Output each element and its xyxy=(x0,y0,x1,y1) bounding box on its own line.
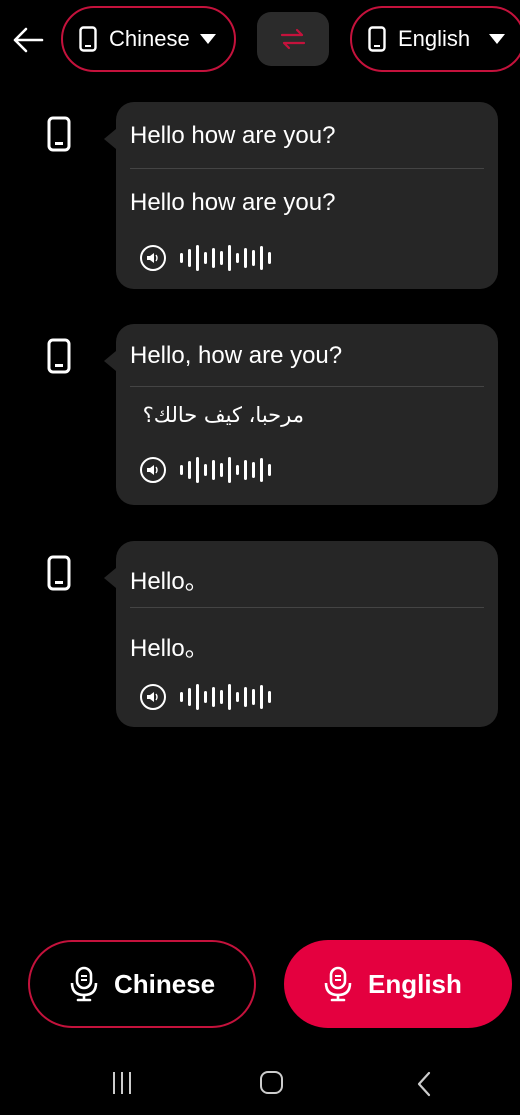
phone-icon xyxy=(47,116,71,152)
speaker-icon xyxy=(147,253,158,263)
waveform-icon xyxy=(180,243,271,273)
back-icon[interactable] xyxy=(414,1071,434,1097)
audio-row xyxy=(130,672,484,722)
message-bubble: Hello how are you? Hello how are you? xyxy=(104,102,498,289)
audio-row xyxy=(130,233,484,283)
phone-icon xyxy=(368,26,386,52)
speak-target-label: English xyxy=(368,968,462,999)
speaker-button[interactable] xyxy=(140,457,166,483)
translated-text: Hello how are you? xyxy=(130,189,336,216)
phone-icon xyxy=(47,338,71,374)
audio-row xyxy=(130,445,484,495)
source-language-label: Chinese xyxy=(109,26,190,51)
source-text: Hello how are you? xyxy=(130,122,336,149)
speak-source-label: Chinese xyxy=(114,968,216,999)
phone-icon xyxy=(47,555,71,591)
target-language-selector[interactable]: English xyxy=(350,6,520,72)
arrow-left-icon xyxy=(13,27,44,53)
speaker-icon xyxy=(147,465,158,475)
waveform-icon xyxy=(180,455,271,485)
chevron-down-icon xyxy=(489,34,505,44)
source-text: Hello, how are you? xyxy=(130,342,343,369)
swap-arrows-icon xyxy=(280,28,306,50)
microphone-icon xyxy=(324,966,352,1002)
speaker-icon xyxy=(147,692,158,702)
source-text: Hello。 xyxy=(130,568,209,595)
swap-languages-button[interactable] xyxy=(257,12,329,66)
translated-text: مرحبا، كيف حالك؟ xyxy=(142,403,304,427)
speak-source-button[interactable]: Chinese xyxy=(28,940,256,1028)
waveform-icon xyxy=(180,682,271,712)
back-button[interactable] xyxy=(8,20,48,60)
system-navigation-bar xyxy=(0,1055,520,1115)
top-bar: Chinese English xyxy=(0,0,520,80)
source-language-selector[interactable]: Chinese xyxy=(61,6,236,72)
message-bubble: Hello, how are you? مرحبا، كيف حالك؟ xyxy=(104,324,498,505)
speaker-button[interactable] xyxy=(140,684,166,710)
message-bubble: Hello。 Hello。 xyxy=(104,541,498,727)
target-language-label: English xyxy=(398,26,471,51)
phone-icon xyxy=(79,26,97,52)
translated-text: Hello。 xyxy=(130,635,209,662)
microphone-icon xyxy=(70,966,98,1002)
home-icon[interactable] xyxy=(260,1071,283,1094)
chevron-down-icon xyxy=(200,34,216,44)
speak-target-button[interactable]: English xyxy=(284,940,512,1028)
recent-apps-icon[interactable] xyxy=(110,1072,134,1096)
speaker-button[interactable] xyxy=(140,245,166,271)
